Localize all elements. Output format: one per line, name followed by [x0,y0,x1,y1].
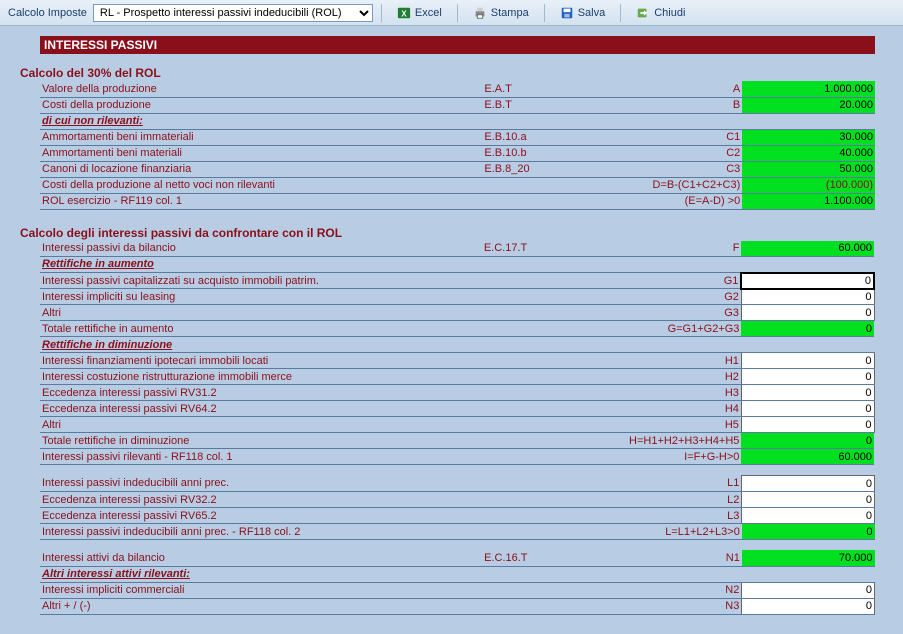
section-rol-head: Calcolo del 30% del ROL [20,66,883,80]
toolbar: Calcolo Imposte RL - Prospetto interessi… [0,0,903,26]
excel-button[interactable]: X Excel [390,3,449,23]
input-g3[interactable]: 0 [741,305,874,321]
input-l1[interactable]: 0 [742,476,875,492]
save-icon [560,6,574,20]
row-g2: Interessi impliciti su leasingG20 [40,289,874,305]
row-amm-immateriali: Ammortamenti beni immaterialiE.B.10.aC13… [40,129,875,145]
row-rol-esercizio: ROL esercizio - RF119 col. 1(E=A-D) >01.… [40,193,875,209]
subhead-altri-attivi: Altri interessi attivi rilevanti: [40,566,875,582]
row-n2: Interessi impliciti commercialiN20 [40,582,875,598]
row-g1: Interessi passivi capitalizzati su acqui… [40,273,874,289]
input-h2[interactable]: 0 [741,369,874,385]
subhead-non-rilevanti: di cui non rilevanti: [40,113,875,129]
row-h-total: Totale rettifiche in diminuzioneH=H1+H2+… [40,433,874,449]
row-g-total: Totale rettifiche in aumentoG=G1+G2+G30 [40,321,874,337]
separator [620,4,621,22]
row-h1: Interessi finanziamenti ipotecari immobi… [40,353,874,369]
subhead-rett-dimin: Rettifiche in diminuzione [40,337,874,353]
salva-button[interactable]: Salva [553,3,613,23]
printer-icon [473,6,487,20]
row-n3: Altri + / (-)N30 [40,598,875,614]
row-l2: Eccedenza interessi passivi RV32.2L20 [40,492,875,508]
stampa-button[interactable]: Stampa [466,3,536,23]
row-amm-materiali: Ammortamenti beni materialiE.B.10.bC240.… [40,145,875,161]
input-n3[interactable]: 0 [742,598,875,614]
close-icon [636,6,650,20]
input-h1[interactable]: 0 [741,353,874,369]
input-n2[interactable]: 0 [742,582,875,598]
svg-text:X: X [401,9,407,18]
section-interessi-head: Calcolo degli interessi passivi da confr… [20,226,883,240]
content-area: INTERESSI PASSIVI Calcolo del 30% del RO… [0,26,903,625]
input-l3[interactable]: 0 [742,508,875,524]
row-valore-produzione: Valore della produzioneE.A.TA1.000.000 [40,81,875,97]
input-g2[interactable]: 0 [741,289,874,305]
table-indeducibili: Interessi passivi indeducibili anni prec… [40,475,875,540]
row-costi-produzione: Costi della produzioneE.B.TB20.000 [40,97,875,113]
row-g3: AltriG30 [40,305,874,321]
separator [457,4,458,22]
input-l2[interactable]: 0 [742,492,875,508]
row-i-rilevanti: Interessi passivi rilevanti - RF118 col.… [40,449,874,465]
row-h2: Interessi costuzione ristrutturazione im… [40,369,874,385]
table-interessi: Interessi passivi da bilancioE.C.17.TF60… [40,241,875,466]
report-select[interactable]: RL - Prospetto interessi passivi indeduc… [93,4,373,22]
toolbar-title: Calcolo Imposte [8,7,87,19]
table-rol: Valore della produzioneE.A.TA1.000.000 C… [40,81,875,210]
excel-icon: X [397,6,411,20]
chiudi-button[interactable]: Chiudi [629,3,692,23]
input-h5[interactable]: 0 [741,417,874,433]
separator [381,4,382,22]
subhead-rett-aumento: Rettifiche in aumento [40,257,874,273]
input-g1[interactable]: 0 [741,273,874,289]
input-h3[interactable]: 0 [741,385,874,401]
row-h3: Eccedenza interessi passivi RV31.2H30 [40,385,874,401]
input-h4[interactable]: 0 [741,401,874,417]
row-n1: Interessi attivi da bilancioE.C.16.TN170… [40,550,875,566]
row-h5: AltriH50 [40,417,874,433]
separator [544,4,545,22]
row-l1: Interessi passivi indeducibili anni prec… [40,476,875,492]
row-canoni-leasing: Canoni di locazione finanziariaE.B.8_20C… [40,161,875,177]
table-attivi: Interessi attivi da bilancioE.C.16.TN170… [40,550,875,615]
row-int-passivi-bilancio: Interessi passivi da bilancioE.C.17.TF60… [40,241,874,257]
row-l3: Eccedenza interessi passivi RV65.2L30 [40,508,875,524]
row-costi-netto: Costi della produzione al netto voci non… [40,177,875,193]
row-h4: Eccedenza interessi passivi RV64.2H40 [40,401,874,417]
row-l-total: Interessi passivi indeducibili anni prec… [40,524,875,540]
page-title: INTERESSI PASSIVI [40,36,875,54]
